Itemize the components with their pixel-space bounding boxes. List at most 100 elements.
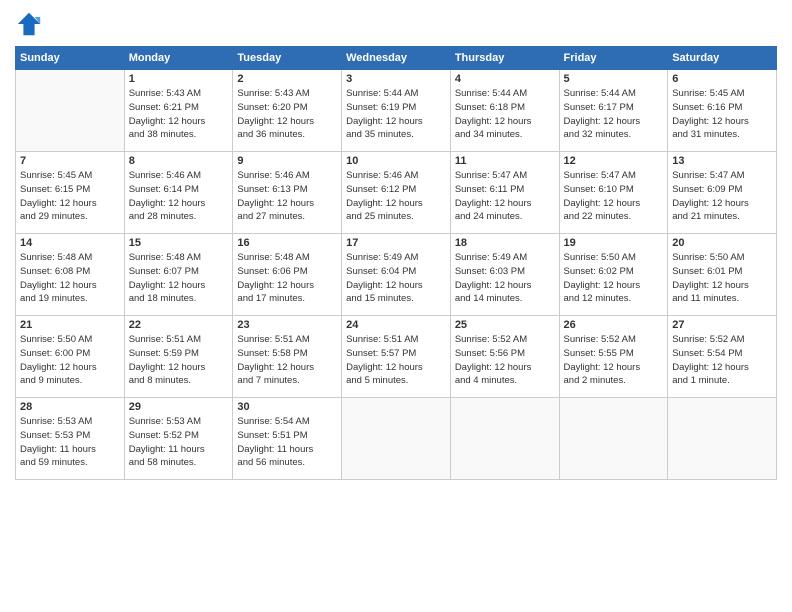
day-info: Sunrise: 5:53 AM Sunset: 5:53 PM Dayligh…	[20, 415, 120, 470]
table-row: 28 Sunrise: 5:53 AM Sunset: 5:53 PM Dayli…	[16, 398, 125, 480]
day-info: Sunrise: 5:49 AM Sunset: 6:04 PM Dayligh…	[346, 251, 446, 306]
day-info: Sunrise: 5:51 AM Sunset: 5:58 PM Dayligh…	[237, 333, 337, 388]
day-number: 22	[129, 319, 229, 331]
table-row: 16 Sunrise: 5:48 AM Sunset: 6:06 PM Dayli…	[233, 234, 342, 316]
day-number: 3	[346, 73, 446, 85]
day-number: 6	[672, 73, 772, 85]
day-info: Sunrise: 5:54 AM Sunset: 5:51 PM Dayligh…	[237, 415, 337, 470]
day-info: Sunrise: 5:52 AM Sunset: 5:54 PM Dayligh…	[672, 333, 772, 388]
table-row: 13Sunrise: 5:47 AM Sunset: 6:09 PM Dayli…	[668, 152, 777, 234]
calendar-body: 1Sunrise: 5:43 AM Sunset: 6:21 PM Daylig…	[16, 70, 777, 480]
day-info: Sunrise: 5:50 AM Sunset: 6:01 PM Dayligh…	[672, 251, 772, 306]
calendar-week-row: 28 Sunrise: 5:53 AM Sunset: 5:53 PM Dayli…	[16, 398, 777, 480]
day-info: Sunrise: 5:44 AM Sunset: 6:18 PM Dayligh…	[455, 87, 555, 142]
day-number: 20	[672, 237, 772, 249]
day-info: Sunrise: 5:49 AM Sunset: 6:03 PM Dayligh…	[455, 251, 555, 306]
calendar-week-row: 14 Sunrise: 5:48 AM Sunset: 6:08 PM Dayli…	[16, 234, 777, 316]
table-row: 29Sunrise: 5:53 AM Sunset: 5:52 PM Dayli…	[124, 398, 233, 480]
logo	[15, 10, 47, 38]
table-row: 1Sunrise: 5:43 AM Sunset: 6:21 PM Daylig…	[124, 70, 233, 152]
table-row: 5 Sunrise: 5:44 AM Sunset: 6:17 PM Daylig…	[559, 70, 668, 152]
table-row	[450, 398, 559, 480]
day-info: Sunrise: 5:44 AM Sunset: 6:17 PM Dayligh…	[564, 87, 664, 142]
weekday-header-row: Sunday Monday Tuesday Wednesday Thursday…	[16, 47, 777, 70]
table-row: 30 Sunrise: 5:54 AM Sunset: 5:51 PM Dayli…	[233, 398, 342, 480]
day-number: 24	[346, 319, 446, 331]
header-wednesday: Wednesday	[342, 47, 451, 70]
calendar-week-row: 1Sunrise: 5:43 AM Sunset: 6:21 PM Daylig…	[16, 70, 777, 152]
day-number: 18	[455, 237, 555, 249]
day-number: 10	[346, 155, 446, 167]
day-number: 9	[237, 155, 337, 167]
logo-icon	[15, 10, 43, 38]
day-info: Sunrise: 5:51 AM Sunset: 5:59 PM Dayligh…	[129, 333, 229, 388]
table-row: 15 Sunrise: 5:48 AM Sunset: 6:07 PM Dayli…	[124, 234, 233, 316]
header-monday: Monday	[124, 47, 233, 70]
day-info: Sunrise: 5:48 AM Sunset: 6:06 PM Dayligh…	[237, 251, 337, 306]
calendar-week-row: 7Sunrise: 5:45 AM Sunset: 6:15 PM Daylig…	[16, 152, 777, 234]
day-info: Sunrise: 5:46 AM Sunset: 6:12 PM Dayligh…	[346, 169, 446, 224]
day-number: 5	[564, 73, 664, 85]
day-number: 14	[20, 237, 120, 249]
table-row: 27 Sunrise: 5:52 AM Sunset: 5:54 PM Dayli…	[668, 316, 777, 398]
day-info: Sunrise: 5:48 AM Sunset: 6:07 PM Dayligh…	[129, 251, 229, 306]
day-number: 19	[564, 237, 664, 249]
table-row	[559, 398, 668, 480]
day-info: Sunrise: 5:47 AM Sunset: 6:10 PM Dayligh…	[564, 169, 664, 224]
table-row: 22 Sunrise: 5:51 AM Sunset: 5:59 PM Dayli…	[124, 316, 233, 398]
day-info: Sunrise: 5:52 AM Sunset: 5:56 PM Dayligh…	[455, 333, 555, 388]
table-row: 11 Sunrise: 5:47 AM Sunset: 6:11 PM Dayli…	[450, 152, 559, 234]
day-info: Sunrise: 5:45 AM Sunset: 6:15 PM Dayligh…	[20, 169, 120, 224]
table-row: 20 Sunrise: 5:50 AM Sunset: 6:01 PM Dayli…	[668, 234, 777, 316]
table-row: 25 Sunrise: 5:52 AM Sunset: 5:56 PM Dayli…	[450, 316, 559, 398]
header-sunday: Sunday	[16, 47, 125, 70]
day-info: Sunrise: 5:48 AM Sunset: 6:08 PM Dayligh…	[20, 251, 120, 306]
day-number: 16	[237, 237, 337, 249]
day-number: 30	[237, 401, 337, 413]
day-number: 28	[20, 401, 120, 413]
day-info: Sunrise: 5:50 AM Sunset: 6:00 PM Dayligh…	[20, 333, 120, 388]
day-info: Sunrise: 5:43 AM Sunset: 6:20 PM Dayligh…	[237, 87, 337, 142]
table-row: 23 Sunrise: 5:51 AM Sunset: 5:58 PM Dayli…	[233, 316, 342, 398]
day-number: 23	[237, 319, 337, 331]
table-row: 6 Sunrise: 5:45 AM Sunset: 6:16 PM Daylig…	[668, 70, 777, 152]
day-number: 27	[672, 319, 772, 331]
day-info: Sunrise: 5:43 AM Sunset: 6:21 PM Dayligh…	[129, 87, 229, 142]
day-number: 15	[129, 237, 229, 249]
table-row: 14 Sunrise: 5:48 AM Sunset: 6:08 PM Dayli…	[16, 234, 125, 316]
day-info: Sunrise: 5:47 AM Sunset: 6:11 PM Dayligh…	[455, 169, 555, 224]
day-number: 11	[455, 155, 555, 167]
day-info: Sunrise: 5:52 AM Sunset: 5:55 PM Dayligh…	[564, 333, 664, 388]
header-thursday: Thursday	[450, 47, 559, 70]
table-row	[16, 70, 125, 152]
table-row: 21 Sunrise: 5:50 AM Sunset: 6:00 PM Dayli…	[16, 316, 125, 398]
table-row: 17Sunrise: 5:49 AM Sunset: 6:04 PM Dayli…	[342, 234, 451, 316]
day-info: Sunrise: 5:46 AM Sunset: 6:14 PM Dayligh…	[129, 169, 229, 224]
calendar-header: Sunday Monday Tuesday Wednesday Thursday…	[16, 47, 777, 70]
table-row: 9Sunrise: 5:46 AM Sunset: 6:13 PM Daylig…	[233, 152, 342, 234]
day-number: 29	[129, 401, 229, 413]
table-row: 19 Sunrise: 5:50 AM Sunset: 6:02 PM Dayli…	[559, 234, 668, 316]
day-info: Sunrise: 5:51 AM Sunset: 5:57 PM Dayligh…	[346, 333, 446, 388]
table-row: 7Sunrise: 5:45 AM Sunset: 6:15 PM Daylig…	[16, 152, 125, 234]
header-saturday: Saturday	[668, 47, 777, 70]
day-info: Sunrise: 5:45 AM Sunset: 6:16 PM Dayligh…	[672, 87, 772, 142]
header	[15, 10, 777, 38]
day-number: 2	[237, 73, 337, 85]
table-row: 24 Sunrise: 5:51 AM Sunset: 5:57 PM Dayli…	[342, 316, 451, 398]
table-row: 8Sunrise: 5:46 AM Sunset: 6:14 PM Daylig…	[124, 152, 233, 234]
table-row: 18 Sunrise: 5:49 AM Sunset: 6:03 PM Dayli…	[450, 234, 559, 316]
page: Sunday Monday Tuesday Wednesday Thursday…	[0, 0, 792, 612]
table-row	[668, 398, 777, 480]
day-info: Sunrise: 5:44 AM Sunset: 6:19 PM Dayligh…	[346, 87, 446, 142]
day-info: Sunrise: 5:50 AM Sunset: 6:02 PM Dayligh…	[564, 251, 664, 306]
day-number: 21	[20, 319, 120, 331]
table-row: 26Sunrise: 5:52 AM Sunset: 5:55 PM Dayli…	[559, 316, 668, 398]
day-number: 25	[455, 319, 555, 331]
header-friday: Friday	[559, 47, 668, 70]
table-row: 4Sunrise: 5:44 AM Sunset: 6:18 PM Daylig…	[450, 70, 559, 152]
day-number: 13	[672, 155, 772, 167]
table-row: 3 Sunrise: 5:44 AM Sunset: 6:19 PM Daylig…	[342, 70, 451, 152]
table-row: 12Sunrise: 5:47 AM Sunset: 6:10 PM Dayli…	[559, 152, 668, 234]
calendar-table: Sunday Monday Tuesday Wednesday Thursday…	[15, 46, 777, 480]
